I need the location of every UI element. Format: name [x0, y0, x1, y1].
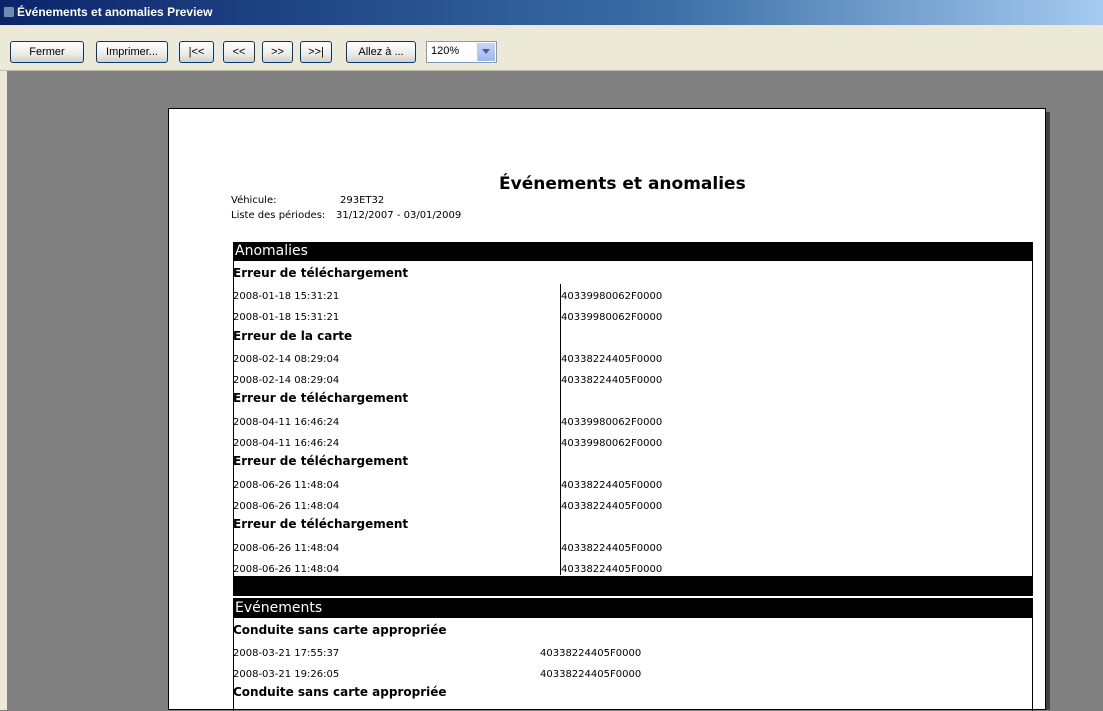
vehicle-value: 293ET32: [340, 195, 385, 206]
chevron-down-icon[interactable]: [477, 43, 495, 61]
goto-page-button[interactable]: Allez à ...: [346, 41, 416, 63]
anomaly-group-title: Erreur de téléchargement: [233, 266, 409, 280]
event-row-date: 2008-03-21 19:26:05: [233, 669, 340, 680]
event-row-id: 40338224405F0000: [540, 648, 642, 659]
zoom-value: 120%: [431, 45, 460, 57]
last-page-button[interactable]: >>|: [300, 41, 332, 63]
column-divider: [560, 284, 561, 575]
anomaly-row-id: 40338224405F0000: [561, 480, 663, 491]
anomaly-row-id: 40338224405F0000: [561, 501, 663, 512]
first-page-button[interactable]: |<<: [179, 41, 214, 63]
event-group-title: Conduite sans carte appropriée: [233, 685, 447, 699]
anomaly-group-title: Erreur de téléchargement: [233, 454, 409, 468]
anomaly-group-title: Erreur de la carte: [233, 329, 353, 343]
event-row-id: 40338224405F0000: [540, 669, 642, 680]
anomaly-row-date: 2008-02-14 08:29:04: [233, 375, 340, 386]
anomaly-row-date: 2008-04-11 16:46:24: [233, 417, 340, 428]
print-button[interactable]: Imprimer...: [96, 41, 168, 63]
anomalies-header: Anomalies: [233, 242, 1033, 261]
anomaly-row-id: 40338224405F0000: [561, 354, 663, 365]
anomaly-row-id: 40339980062F0000: [561, 291, 663, 302]
anomaly-row-date: 2008-06-26 11:48:04: [233, 480, 340, 491]
anomaly-row-id: 40338224405F0000: [561, 375, 663, 386]
anomaly-group-title: Erreur de téléchargement: [233, 517, 409, 531]
anomaly-row-id: 40339980062F0000: [561, 417, 663, 428]
anomalies-footer-bar: [233, 576, 1033, 596]
app-icon: [3, 6, 15, 18]
zoom-select[interactable]: 120%: [426, 41, 497, 63]
anomaly-row-date: 2008-01-18 15:31:21: [233, 291, 340, 302]
report-page: Événements et anomalies Véhicule: 293ET3…: [168, 108, 1046, 711]
report-title: Événements et anomalies: [499, 174, 746, 194]
periods-value: 31/12/2007 - 03/01/2009: [336, 210, 462, 221]
previous-page-button[interactable]: <<: [223, 41, 255, 63]
anomaly-row-date: 2008-06-26 11:48:04: [233, 564, 340, 575]
window-title: Événements et anomalies Preview: [17, 5, 213, 19]
anomaly-row-id: 40338224405F0000: [561, 543, 663, 554]
anomaly-row-id: 40339980062F0000: [561, 312, 663, 323]
left-panel: [0, 71, 7, 710]
close-button[interactable]: Fermer: [10, 41, 84, 63]
periods-label: Liste des périodes:: [231, 210, 326, 221]
event-row-date: 2008-03-21 17:55:37: [233, 648, 340, 659]
anomaly-row-date: 2008-06-26 11:48:04: [233, 501, 340, 512]
anomaly-group-title: Erreur de téléchargement: [233, 391, 409, 405]
next-page-button[interactable]: >>: [262, 41, 293, 63]
toolbar: Fermer Imprimer... |<< << >> >>| Allez à…: [0, 25, 1103, 71]
anomaly-row-id: 40338224405F0000: [561, 564, 663, 575]
anomaly-row-id: 40339980062F0000: [561, 438, 663, 449]
vehicle-label: Véhicule:: [231, 195, 277, 206]
anomaly-row-date: 2008-01-18 15:31:21: [233, 312, 340, 323]
anomaly-row-date: 2008-06-26 11:48:04: [233, 543, 340, 554]
title-bar: Événements et anomalies Preview: [0, 0, 1103, 25]
anomaly-row-date: 2008-02-14 08:29:04: [233, 354, 340, 365]
event-group-title: Conduite sans carte appropriée: [233, 623, 447, 637]
anomaly-row-date: 2008-04-11 16:46:24: [233, 438, 340, 449]
